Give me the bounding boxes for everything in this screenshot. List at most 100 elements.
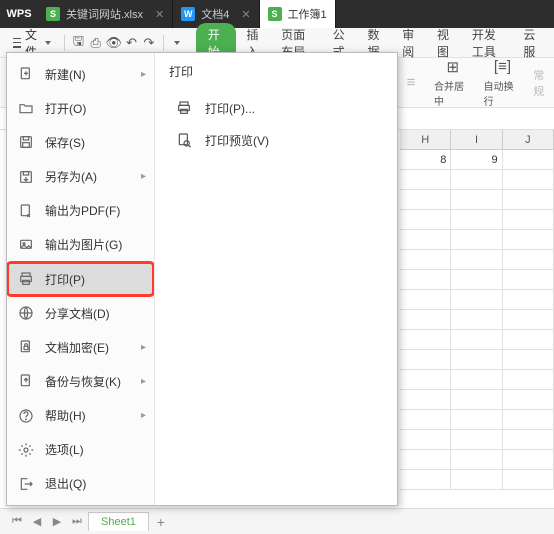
tab-review[interactable]: 审阅: [394, 22, 427, 64]
file-menu-dropdown: 新建(N) ▸ 打开(O) 保存(S) 另存为(A) ▸ 输出为PDF(F) 输出为图片(G)…: [6, 52, 398, 506]
merge-icon: ⊞: [442, 58, 464, 76]
print-icon: [17, 270, 35, 288]
file-menu-item-options[interactable]: 选项(L): [7, 433, 154, 467]
nav-next-icon[interactable]: ▶: [48, 513, 66, 531]
submenu-item-print[interactable]: 打印(P)...: [169, 92, 383, 124]
separator: [64, 35, 65, 51]
file-menu-label: 帮助(H): [45, 407, 86, 424]
hamburger-icon: [13, 38, 21, 48]
file-menu-item-img[interactable]: 输出为图片(G): [7, 228, 154, 262]
open-icon: [17, 99, 35, 117]
backup-icon: [17, 372, 35, 390]
file-menu-item-print[interactable]: 打印(P): [7, 262, 154, 296]
chevron-right-icon: ▸: [141, 410, 146, 421]
wrap-icon: [≡]: [491, 58, 513, 76]
sheet-tab-bar: ⏮ ◀ ▶ ⏭ Sheet1 +: [0, 508, 554, 534]
column-header[interactable]: H: [400, 130, 451, 149]
print-icon: [175, 99, 193, 117]
new-icon: [17, 65, 35, 83]
undo-icon[interactable]: ↶: [124, 32, 139, 54]
separator: [163, 35, 164, 51]
file-menu-label: 另存为(A): [45, 168, 97, 185]
help-icon: [17, 407, 35, 425]
file-menu-label: 退出(Q): [45, 475, 86, 492]
submenu-label: 打印(P)...: [205, 100, 255, 117]
file-menu-item-encrypt[interactable]: 文档加密(E) ▸: [7, 330, 154, 364]
chevron-down-icon: [45, 41, 51, 45]
table-row: 8 9: [400, 150, 554, 170]
ribbon-wrap[interactable]: [≡] 自动换行: [484, 58, 522, 108]
file-menu-item-exit[interactable]: 退出(Q): [7, 467, 154, 501]
spreadsheet-icon: S: [268, 7, 282, 21]
sheet-tab-active[interactable]: Sheet1: [88, 512, 149, 531]
share-icon: [17, 304, 35, 322]
saveas-icon: [17, 168, 35, 186]
pdf-icon: [17, 202, 35, 220]
file-menu-item-new[interactable]: 新建(N) ▸: [7, 57, 154, 91]
preview-icon: [175, 131, 193, 149]
file-menu-label: 选项(L): [45, 441, 84, 458]
chevron-right-icon: ▸: [141, 171, 146, 182]
submenu-title: 打印: [169, 63, 383, 80]
chevron-right-icon: ▸: [141, 376, 146, 387]
submenu-label: 打印预览(V): [205, 132, 269, 149]
tab-label: 关键词网站.xlsx: [66, 6, 143, 22]
file-menu-label: 保存(S): [45, 134, 85, 151]
document-tab[interactable]: W 文档4 ✕: [173, 0, 259, 28]
file-menu-label: 输出为图片(G): [45, 236, 122, 253]
file-menu-item-open[interactable]: 打开(O): [7, 91, 154, 125]
spreadsheet-icon: S: [46, 7, 60, 21]
file-menu-item-save[interactable]: 保存(S): [7, 125, 154, 159]
ribbon-label: 合并居中: [434, 78, 472, 108]
img-icon: [17, 236, 35, 254]
file-menu-label: 备份与恢复(K): [45, 373, 121, 390]
document-icon: W: [181, 7, 195, 21]
nav-first-icon[interactable]: ⏮: [8, 513, 26, 531]
document-tab-active[interactable]: S 工作簿1: [260, 0, 336, 28]
add-sheet-button[interactable]: +: [151, 514, 171, 530]
file-menu-item-pdf[interactable]: 输出为PDF(F): [7, 194, 154, 228]
column-headers: H I J: [400, 130, 554, 150]
ribbon-indent[interactable]: ≡: [400, 74, 422, 92]
cell[interactable]: [503, 150, 554, 170]
ribbon-merge[interactable]: ⊞ 合并居中: [434, 58, 472, 108]
nav-prev-icon[interactable]: ◀: [28, 513, 46, 531]
chevron-right-icon: ▸: [141, 342, 146, 353]
options-icon: [17, 441, 35, 459]
cell[interactable]: 9: [451, 150, 502, 170]
document-tab[interactable]: S 关键词网站.xlsx ✕: [38, 0, 173, 28]
file-menu-item-help[interactable]: 帮助(H) ▸: [7, 399, 154, 433]
ribbon-label: 自动换行: [484, 78, 522, 108]
file-menu-item-backup[interactable]: 备份与恢复(K) ▸: [7, 364, 154, 398]
close-icon[interactable]: ✕: [241, 8, 250, 21]
file-menu-item-saveas[interactable]: 另存为(A) ▸: [7, 159, 154, 193]
cell[interactable]: 8: [400, 150, 451, 170]
tab-label: 文档4: [201, 6, 229, 22]
chevron-right-icon: ▸: [141, 69, 146, 80]
ribbon-format[interactable]: 常规: [533, 67, 554, 99]
close-icon[interactable]: ✕: [155, 8, 164, 21]
cell-grid[interactable]: 8 9: [400, 150, 554, 508]
file-menu-item-share[interactable]: 分享文档(D): [7, 296, 154, 330]
encrypt-icon: [17, 338, 35, 356]
file-menu-label: 打开(O): [45, 100, 86, 117]
submenu-item-preview[interactable]: 打印预览(V): [169, 124, 383, 156]
save-icon: [17, 133, 35, 151]
preview-icon[interactable]: 👁: [105, 32, 122, 54]
file-menu-submenu: 打印 打印(P)... 打印预览(V): [155, 53, 397, 505]
dropdown-icon[interactable]: [169, 32, 184, 54]
file-menu-label: 文档加密(E): [45, 339, 109, 356]
file-menu-list: 新建(N) ▸ 打开(O) 保存(S) 另存为(A) ▸ 输出为PDF(F) 输出为图片(G)…: [7, 53, 155, 505]
file-menu-label: 新建(N): [45, 66, 86, 83]
file-menu-label: 输出为PDF(F): [45, 202, 120, 219]
column-header[interactable]: I: [451, 130, 502, 149]
column-header[interactable]: J: [503, 130, 554, 149]
save-icon[interactable]: 🖫: [71, 32, 86, 54]
exit-icon: [17, 475, 35, 493]
print-icon[interactable]: ⎙: [88, 32, 103, 54]
redo-icon[interactable]: ↷: [141, 32, 156, 54]
file-menu-label: 打印(P): [45, 271, 85, 288]
nav-last-icon[interactable]: ⏭: [68, 513, 86, 531]
file-menu-label: 分享文档(D): [45, 305, 110, 322]
tab-label: 工作簿1: [288, 6, 327, 22]
